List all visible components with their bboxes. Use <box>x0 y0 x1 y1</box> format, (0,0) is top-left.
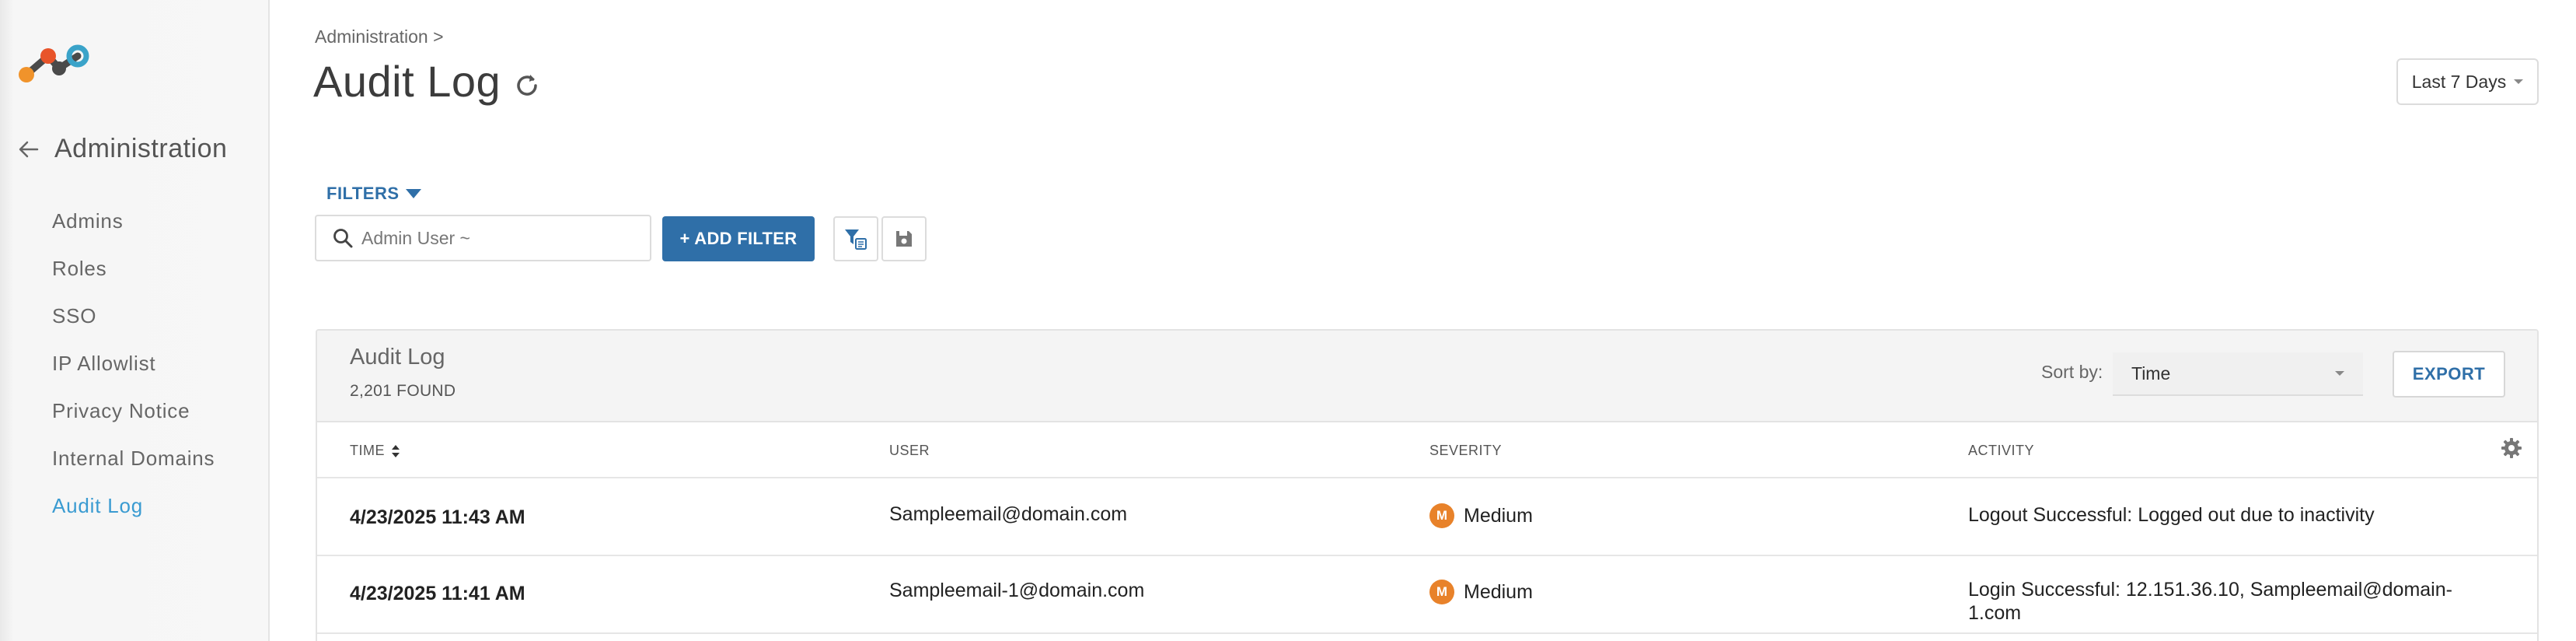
row-user: Sampleemail@domain.com <box>889 503 1128 525</box>
table-row[interactable]: 4/23/2025 11:41 AM Sampleemail-1@domain.… <box>317 556 2537 634</box>
caret-down-icon <box>405 189 421 198</box>
sort-by-select[interactable]: Time <box>2113 352 2363 396</box>
row-time: 4/23/2025 11:43 AM <box>350 506 525 528</box>
column-header-user[interactable]: USER <box>889 443 930 459</box>
row-user: Sampleemail-1@domain.com <box>889 580 1145 601</box>
app-logo-icon[interactable] <box>16 40 90 86</box>
results-count: 2,201 FOUND <box>350 382 456 400</box>
row-severity: M Medium <box>1429 580 1533 604</box>
arrow-left-icon <box>19 141 39 157</box>
refresh-icon[interactable] <box>511 70 543 101</box>
sidebar-section-title: Administration <box>54 134 228 163</box>
page-title: Audit Log <box>313 57 501 106</box>
column-header-activity[interactable]: ACTIVITY <box>1968 443 2034 459</box>
sort-label: Sort by: <box>2041 362 2103 382</box>
page-title-row: Audit Log <box>313 56 543 107</box>
panel-header: Audit Log 2,201 FOUND Sort by: Time EXPO… <box>317 331 2537 422</box>
row-time: 4/23/2025 11:41 AM <box>350 583 525 604</box>
chevron-down-icon <box>2514 79 2524 84</box>
table-header: TIME USER SEVERITY ACTIVITY <box>317 422 2537 478</box>
sort-by-value: Time <box>2131 363 2171 384</box>
date-range-value: Last 7 Days <box>2411 71 2507 92</box>
severity-medium-icon: M <box>1429 503 1454 528</box>
severity-label: Medium <box>1464 504 1533 527</box>
panel-title: Audit Log <box>350 345 445 370</box>
save-icon <box>896 231 912 247</box>
admin-user-search-input[interactable] <box>361 227 641 249</box>
sidebar-item-privacy-notice[interactable]: Privacy Notice <box>52 395 215 443</box>
filter-list-icon <box>845 229 867 250</box>
row-severity: M Medium <box>1429 503 1533 528</box>
column-header-label: ACTIVITY <box>1968 443 2035 458</box>
filter-settings-button[interactable] <box>833 216 878 261</box>
audit-log-panel: Audit Log 2,201 FOUND Sort by: Time EXPO… <box>316 329 2539 641</box>
sidebar-item-ip-allowlist[interactable]: IP Allowlist <box>52 348 215 395</box>
table-row[interactable]: 4/23/2025 11:43 AM Sampleemail@domain.co… <box>317 478 2537 556</box>
search-icon <box>333 229 353 248</box>
column-header-label: USER <box>889 443 930 458</box>
column-header-label: TIME <box>350 443 385 458</box>
sidebar-item-audit-log[interactable]: Audit Log <box>52 490 215 538</box>
column-header-time[interactable]: TIME <box>350 443 400 459</box>
search-box <box>315 215 651 261</box>
filters-label: FILTERS <box>326 184 400 203</box>
filters-toggle[interactable]: FILTERS <box>326 184 421 204</box>
gear-icon[interactable] <box>2500 436 2523 460</box>
sidebar-item-internal-domains[interactable]: Internal Domains <box>52 443 215 490</box>
save-filter-button[interactable] <box>881 216 927 261</box>
date-range-dropdown[interactable]: Last 7 Days <box>2396 58 2539 105</box>
row-activity: Logout Successful: Logged out due to ina… <box>1968 504 2375 526</box>
sidebar-item-sso[interactable]: SSO <box>52 300 215 348</box>
breadcrumb[interactable]: Administration > <box>315 26 444 47</box>
sidebar-item-roles[interactable]: Roles <box>52 253 215 300</box>
sort-icon <box>392 444 400 457</box>
severity-label: Medium <box>1464 580 1533 603</box>
sidebar-nav: Admins Roles SSO IP Allowlist Privacy No… <box>52 205 215 538</box>
export-button[interactable]: EXPORT <box>2393 351 2505 398</box>
add-filter-button[interactable]: + ADD FILTER <box>662 216 815 261</box>
severity-medium-icon: M <box>1429 580 1454 604</box>
chevron-down-icon <box>2335 371 2344 376</box>
sidebar-item-admins[interactable]: Admins <box>52 205 215 253</box>
sidebar: Administration Admins Roles SSO IP Allow… <box>0 0 270 641</box>
column-header-label: SEVERITY <box>1429 443 1503 458</box>
row-activity: Login Successful: 12.151.36.10, Sampleem… <box>1968 579 2452 624</box>
column-header-severity[interactable]: SEVERITY <box>1429 443 1502 459</box>
back-to-administration[interactable]: Administration <box>17 134 227 164</box>
